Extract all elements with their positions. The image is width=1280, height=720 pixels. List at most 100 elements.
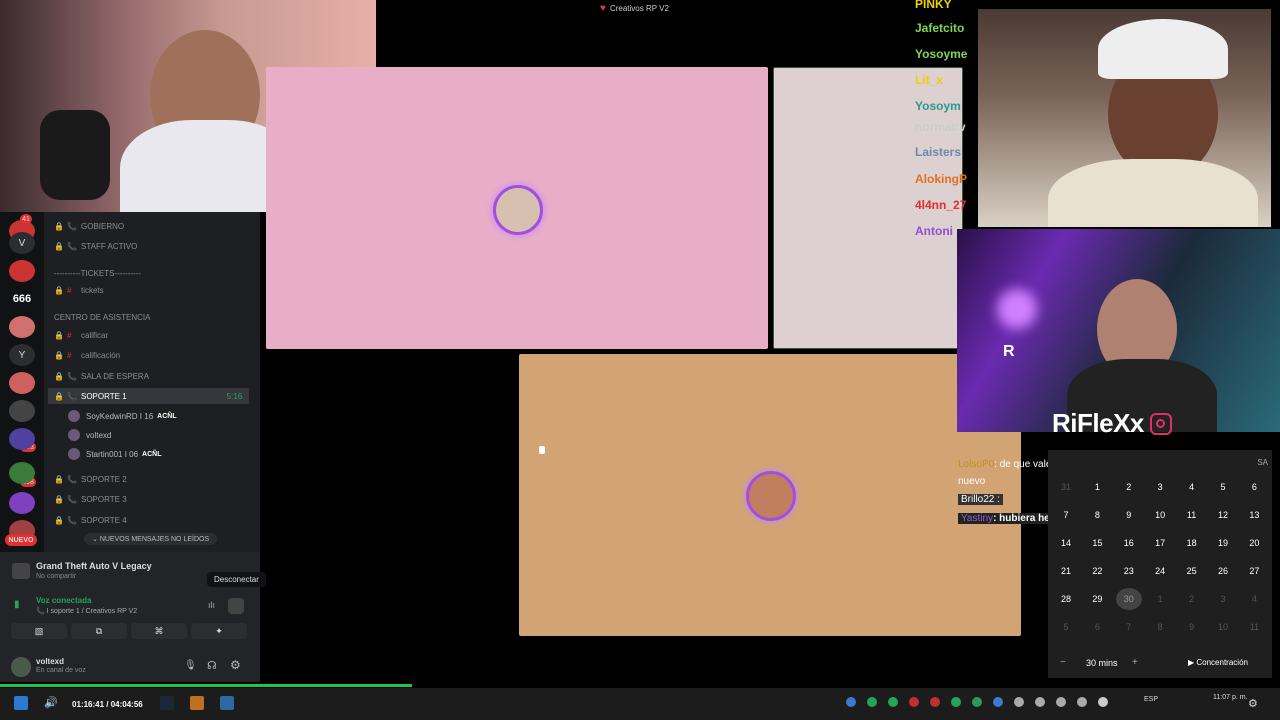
calendar-day[interactable]: 5	[1053, 622, 1079, 632]
steam-icon[interactable]	[160, 696, 174, 710]
calendar-day[interactable]: 9	[1116, 510, 1142, 520]
microphone-icon[interactable]: 🎙	[184, 660, 197, 671]
channel-item[interactable]: 🔒 📞 SOPORTE 1 5:16	[48, 388, 249, 404]
minus-icon[interactable]: −	[1060, 657, 1066, 668]
calendar-day[interactable]: 26	[1210, 566, 1236, 576]
calendar-day[interactable]: 25	[1179, 566, 1205, 576]
voice-user[interactable]: Startin001 I 06 ACÑL	[68, 446, 162, 462]
video-progress[interactable]	[0, 684, 412, 687]
calendar-day[interactable]: 7	[1116, 622, 1142, 632]
voice-channel-line[interactable]: 📞 I soporte 1 / Creativos RP V2	[36, 607, 137, 615]
headphones-icon[interactable]: ☊	[207, 659, 217, 672]
user-avatar[interactable]	[11, 657, 31, 677]
server-icon[interactable]: 666	[9, 288, 35, 310]
calendar-day[interactable]: 6	[1241, 482, 1267, 492]
participant-tile-1[interactable]	[266, 67, 768, 349]
channel-item[interactable]: 🔒 📞 STAFF ACTIVO	[54, 238, 137, 254]
calendar-day[interactable]: 13	[1241, 510, 1267, 520]
calendar-day[interactable]: 20	[1241, 538, 1267, 548]
vscode-icon[interactable]	[220, 696, 234, 710]
calendar-day[interactable]: 7	[1053, 510, 1079, 520]
settings-gear-icon[interactable]: ⚙	[1248, 697, 1258, 710]
server-icon[interactable]	[9, 372, 35, 394]
camera-button[interactable]: ▧	[11, 623, 67, 639]
calendar-day[interactable]: 3	[1210, 594, 1236, 604]
tray-icon[interactable]	[1098, 697, 1108, 707]
settings-gear-icon[interactable]: ⚙	[230, 658, 241, 672]
tray-icon[interactable]	[951, 697, 961, 707]
calendar-day[interactable]: 14	[1053, 538, 1079, 548]
disconnect-icon[interactable]	[228, 598, 244, 614]
signal-icon[interactable]: ▮	[14, 599, 28, 611]
calendar-day[interactable]: 11	[1241, 622, 1267, 632]
calendar-day[interactable]: 8	[1084, 510, 1110, 520]
channel-item[interactable]: 🔒 📞 GOBIERNO	[54, 218, 124, 234]
calendar-day[interactable]: 29	[1084, 594, 1110, 604]
calendar-day[interactable]: 30	[1115, 588, 1142, 610]
username[interactable]: voltexd	[36, 657, 64, 666]
channel-item[interactable]: 🔒 # calificación	[54, 347, 120, 363]
calendar-day[interactable]: 15	[1084, 538, 1110, 548]
tray-icon[interactable]	[867, 697, 877, 707]
language-indicator[interactable]: ESP	[1144, 696, 1158, 703]
calendar-day[interactable]: 9	[1179, 622, 1205, 632]
calendar-day[interactable]: 8	[1147, 622, 1173, 632]
tray-icon[interactable]	[1056, 697, 1066, 707]
calendar-day[interactable]: 1	[1147, 594, 1173, 604]
calendar-day[interactable]: 11	[1179, 510, 1205, 520]
calendar-day[interactable]: 2	[1116, 482, 1142, 492]
voice-user[interactable]: voltexd	[68, 427, 111, 443]
calendar-day[interactable]: 3	[1147, 482, 1173, 492]
calendar-day[interactable]: 4	[1179, 482, 1205, 492]
server-icon[interactable]	[9, 462, 35, 484]
server-icon[interactable]	[9, 316, 35, 338]
channel-category[interactable]: CENTRO DE ASISTENCIA	[54, 309, 150, 325]
calendar-day[interactable]: 4	[1241, 594, 1267, 604]
volume-icon[interactable]: 🔊	[44, 696, 58, 710]
tray-icon[interactable]	[909, 697, 919, 707]
calendar-day[interactable]: 16	[1116, 538, 1142, 548]
calendar-day[interactable]: 17	[1147, 538, 1173, 548]
tray-icon[interactable]	[972, 697, 982, 707]
calendar-day[interactable]: 18	[1179, 538, 1205, 548]
channel-item[interactable]: 🔒 # tickets	[54, 282, 104, 298]
calendar-day[interactable]: 6	[1084, 622, 1110, 632]
calendar-day[interactable]: 10	[1147, 510, 1173, 520]
tray-icon[interactable]	[1035, 697, 1045, 707]
server-icon[interactable]: V	[9, 232, 35, 254]
channel-item[interactable]: 🔒 📞 SOPORTE 4	[54, 512, 127, 528]
clock[interactable]: 11:07 p. m.	[1213, 694, 1248, 701]
server-icon[interactable]	[9, 428, 35, 450]
voice-status[interactable]: Voz conectada	[36, 596, 91, 605]
calendar-day[interactable]: 5	[1210, 482, 1236, 492]
server-icon[interactable]: Y	[9, 344, 35, 366]
focus-button[interactable]: ▶ Concentración	[1188, 658, 1248, 667]
tray-icon[interactable]	[1014, 697, 1024, 707]
server-icon[interactable]	[9, 400, 35, 422]
calendar-day[interactable]: 31	[1053, 482, 1079, 492]
calendar-day[interactable]: 1	[1084, 482, 1110, 492]
calendar-day[interactable]: 27	[1241, 566, 1267, 576]
tray-icon[interactable]	[993, 697, 1003, 707]
calendar-day[interactable]: 28	[1053, 594, 1079, 604]
noise-suppression-icon[interactable]: ılı	[208, 600, 215, 610]
windows-start-icon[interactable]	[14, 696, 28, 710]
calendar-day[interactable]: 2	[1179, 594, 1205, 604]
server-icon[interactable]	[9, 260, 35, 282]
channel-item[interactable]: 🔒 # calificar	[54, 327, 108, 343]
calendar-day[interactable]: 12	[1210, 510, 1236, 520]
tray-icon[interactable]	[1077, 697, 1087, 707]
calendar-day[interactable]: 24	[1147, 566, 1173, 576]
calendar-day[interactable]: 22	[1084, 566, 1110, 576]
participant-tile-3[interactable]	[519, 354, 1021, 636]
app-icon[interactable]	[190, 696, 204, 710]
calendar-day[interactable]: 10	[1210, 622, 1236, 632]
activity-button[interactable]: ⌘	[131, 623, 187, 639]
voice-user[interactable]: SoyKedwinRD I 16 ACÑL	[68, 408, 177, 424]
tray-icon[interactable]	[930, 697, 940, 707]
server-icon[interactable]	[9, 492, 35, 514]
channel-item[interactable]: 🔒 📞 SOPORTE 3	[54, 491, 127, 507]
tray-icon[interactable]	[888, 697, 898, 707]
plus-icon[interactable]: +	[1132, 657, 1138, 668]
calendar-day[interactable]: 23	[1116, 566, 1142, 576]
